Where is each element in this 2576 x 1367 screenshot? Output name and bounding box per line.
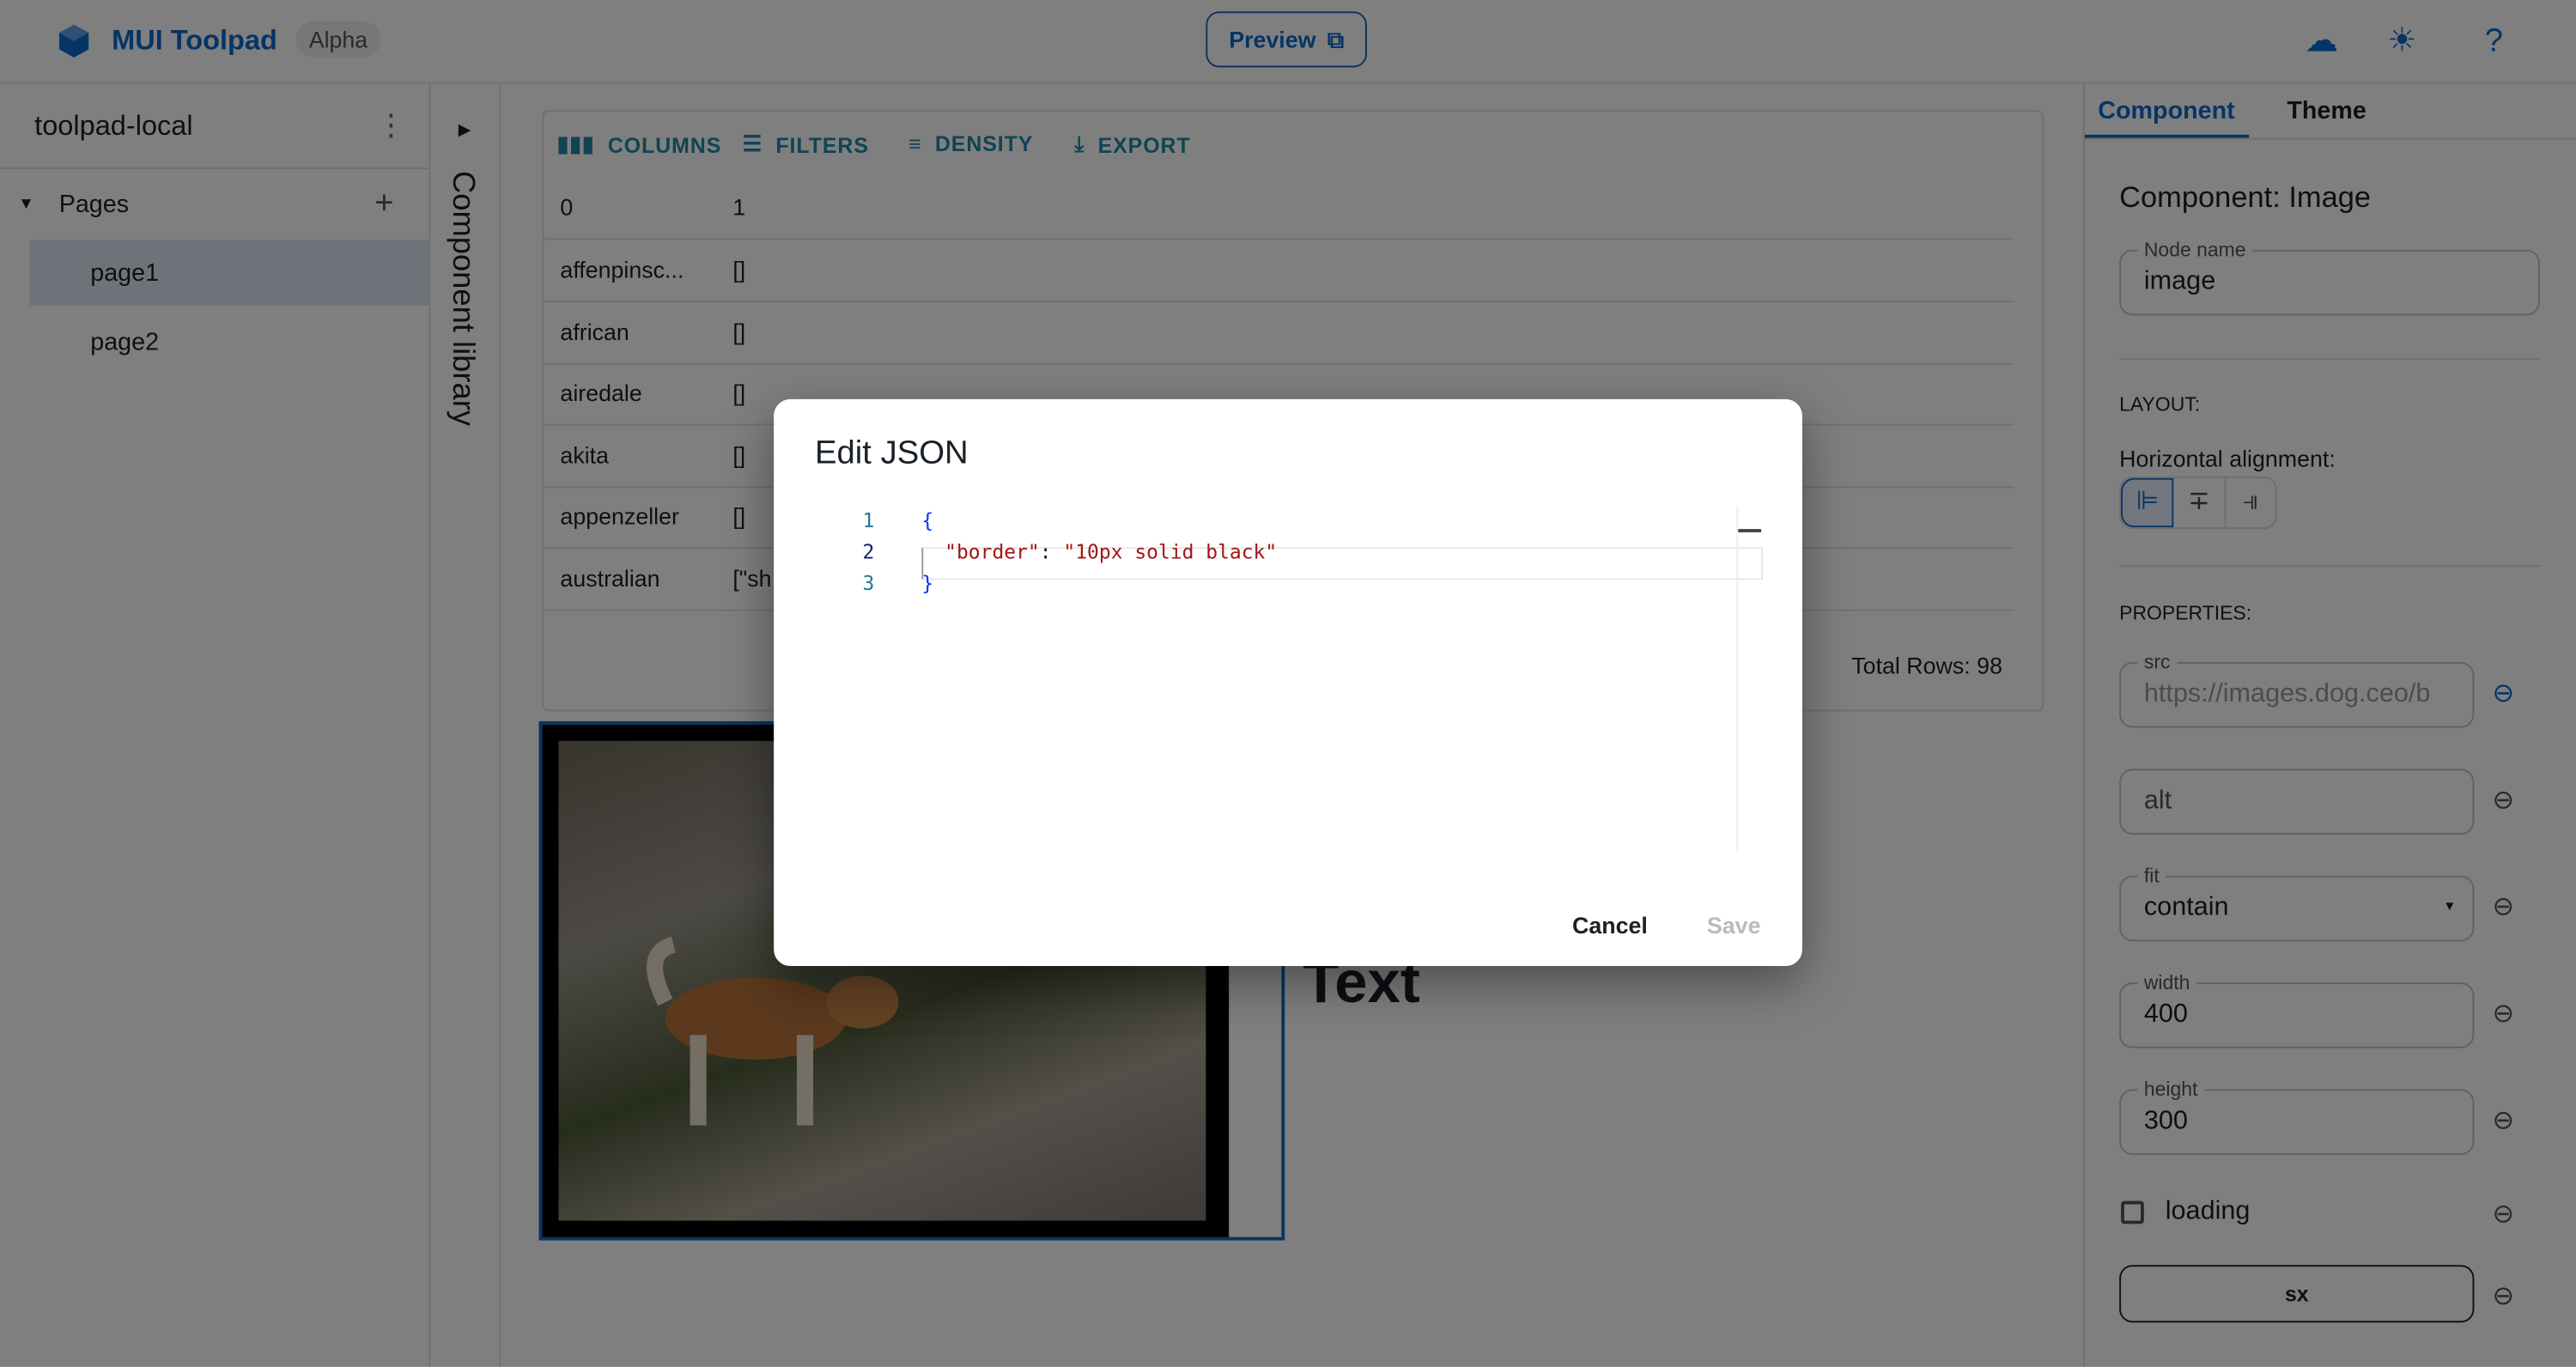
line-number: 1 [862, 509, 875, 532]
json-colon: : [1039, 540, 1064, 564]
line-number: 2 [862, 540, 875, 564]
save-button[interactable]: Save [1707, 912, 1761, 939]
cancel-button[interactable]: Cancel [1572, 912, 1648, 939]
json-editor[interactable]: 1 { 2 "border": "10px solid black" 3 } [813, 506, 1763, 852]
code-line: { [921, 509, 934, 532]
edit-json-dialog: Edit JSON 1 { 2 "border": "10px solid bl… [774, 398, 1802, 967]
code-line: "border": "10px solid black" [945, 540, 1277, 563]
dialog-title: Edit JSON [814, 435, 969, 472]
scrollbar-thumb[interactable] [1738, 529, 1762, 532]
json-key: "border" [945, 540, 1040, 564]
line-number: 3 [862, 571, 875, 595]
json-value: "10px solid black" [1063, 540, 1278, 564]
code-line: } [921, 571, 934, 595]
